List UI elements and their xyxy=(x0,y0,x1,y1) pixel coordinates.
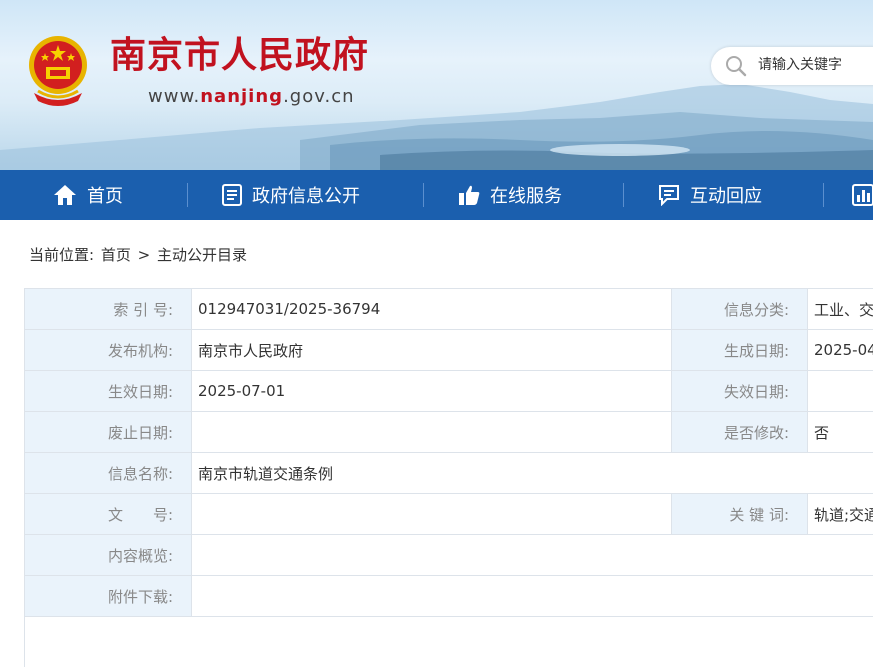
publisher-value: 南京市人民政府 xyxy=(192,330,672,371)
document-info-table: 索 引 号: 012947031/2025-36794 信息分类: 工业、交 发… xyxy=(24,288,873,617)
nav-item-label: 首页 xyxy=(87,182,123,208)
created-date-label: 生成日期: xyxy=(672,330,808,371)
category-value: 工业、交 xyxy=(808,289,873,330)
publisher-label: 发布机构: xyxy=(25,330,192,371)
breadcrumb: 当前位置: 首页 > 主动公开目录 xyxy=(29,244,249,265)
breadcrumb-separator: > xyxy=(138,246,151,264)
created-date-value: 2025-04 xyxy=(808,330,873,371)
category-label: 信息分类: xyxy=(672,289,808,330)
attachment-label: 附件下载: xyxy=(25,576,192,617)
nav-item-interaction[interactable]: 互动回应 xyxy=(658,170,762,220)
index-number-value: 012947031/2025-36794 xyxy=(192,289,672,330)
summary-value xyxy=(192,535,873,576)
national-emblem-logo xyxy=(24,33,92,107)
table-row: 生效日期: 2025-07-01 失效日期: xyxy=(25,371,873,412)
effective-date-value: 2025-07-01 xyxy=(192,371,672,412)
effective-date-label: 生效日期: xyxy=(25,371,192,412)
summary-label: 内容概览: xyxy=(25,535,192,576)
search-box[interactable] xyxy=(711,47,873,85)
keywords-value: 轨道;交通 xyxy=(808,494,873,535)
nav-item-data[interactable] xyxy=(852,170,873,220)
document-icon xyxy=(222,184,242,206)
search-input[interactable] xyxy=(756,56,873,74)
nav-divider xyxy=(823,183,824,207)
nav-item-label: 政府信息公开 xyxy=(252,182,360,208)
chart-icon xyxy=(852,184,873,206)
breadcrumb-home-link[interactable]: 首页 xyxy=(101,246,131,264)
nav-divider xyxy=(623,183,624,207)
doc-number-value xyxy=(192,494,672,535)
table-row: 内容概览: xyxy=(25,535,873,576)
chat-icon xyxy=(658,184,680,206)
content-area xyxy=(24,617,873,667)
site-url: www.nanjing.gov.cn xyxy=(148,86,355,107)
expiry-date-value xyxy=(808,371,873,412)
expiry-date-label: 失效日期: xyxy=(672,371,808,412)
table-row: 信息名称: 南京市轨道交通条例 xyxy=(25,453,873,494)
attachment-value[interactable] xyxy=(192,576,873,617)
nav-item-online-service[interactable]: 在线服务 xyxy=(458,170,562,220)
modified-value: 否 xyxy=(808,412,873,453)
main-nav: 首页 政府信息公开 在线服务 互动回应 xyxy=(0,170,873,220)
index-number-label: 索 引 号: xyxy=(25,289,192,330)
info-name-label: 信息名称: xyxy=(25,453,192,494)
table-row: 文 号: 关 键 词: 轨道;交通 xyxy=(25,494,873,535)
site-title: 南京市人民政府 xyxy=(110,38,369,74)
repeal-date-label: 废止日期: xyxy=(25,412,192,453)
modified-label: 是否修改: xyxy=(672,412,808,453)
table-row: 索 引 号: 012947031/2025-36794 信息分类: 工业、交 xyxy=(25,289,873,330)
search-icon[interactable] xyxy=(725,55,747,77)
table-row: 废止日期: 是否修改: 否 xyxy=(25,412,873,453)
keywords-label: 关 键 词: xyxy=(672,494,808,535)
table-row: 发布机构: 南京市人民政府 生成日期: 2025-04 xyxy=(25,330,873,371)
nav-divider xyxy=(187,183,188,207)
thumbs-up-icon xyxy=(458,184,480,206)
repeal-date-value xyxy=(192,412,672,453)
breadcrumb-prefix: 当前位置: xyxy=(29,246,94,264)
banner-landscape xyxy=(0,0,873,170)
nav-item-label: 互动回应 xyxy=(690,182,762,208)
info-name-value: 南京市轨道交通条例 xyxy=(192,453,873,494)
table-row: 附件下载: xyxy=(25,576,873,617)
nav-item-gov-info[interactable]: 政府信息公开 xyxy=(222,170,360,220)
nav-divider xyxy=(423,183,424,207)
nav-item-label: 在线服务 xyxy=(490,182,562,208)
site-header: 南京市人民政府 www.nanjing.gov.cn xyxy=(0,0,873,170)
doc-number-label: 文 号: xyxy=(25,494,192,535)
home-icon xyxy=(53,184,77,206)
breadcrumb-current[interactable]: 主动公开目录 xyxy=(157,246,247,264)
nav-item-home[interactable]: 首页 xyxy=(53,170,123,220)
